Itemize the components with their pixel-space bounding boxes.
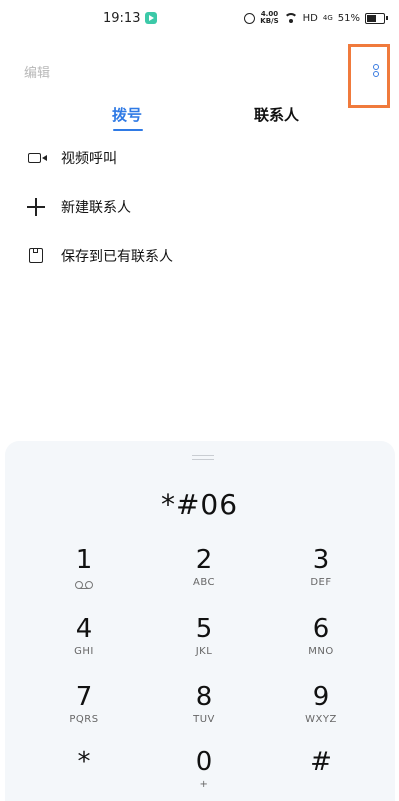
- alarm-icon: [244, 12, 256, 24]
- plus-icon: [26, 197, 46, 217]
- tab-active-indicator: [113, 129, 143, 131]
- dial-key-letters: +: [199, 779, 209, 790]
- tab-contacts[interactable]: 联系人: [254, 104, 299, 125]
- dialed-number: *#06: [160, 488, 239, 521]
- dial-key-digit: 7: [75, 682, 93, 712]
- more-vertical-icon-dot[interactable]: [373, 71, 379, 77]
- dial-key-3[interactable]: 3 DEF: [281, 546, 361, 589]
- dial-key-letters: PQRS: [69, 714, 99, 725]
- dial-key-digit: 6: [312, 614, 330, 644]
- dial-key-digit: *: [77, 747, 91, 777]
- dial-key-digit: 4: [75, 614, 93, 644]
- dial-key-digit: 5: [195, 614, 213, 644]
- dial-key-digit: 9: [312, 682, 330, 712]
- dial-key-7[interactable]: 7 PQRS: [44, 683, 124, 726]
- more-menu-highlight[interactable]: [348, 44, 390, 108]
- hd-indicator: HD: [302, 12, 318, 24]
- dial-key-digit: 1: [75, 545, 93, 575]
- dial-key-5[interactable]: 5 JKL: [164, 615, 244, 658]
- dial-key-letters: GHI: [74, 646, 94, 657]
- battery-icon: [365, 12, 388, 24]
- tab-dial[interactable]: 拨号: [112, 104, 142, 125]
- video-call-icon: [26, 148, 47, 168]
- dial-key-digit: 2: [195, 545, 213, 575]
- dial-key-letters: MNO: [308, 646, 334, 657]
- dial-key-9[interactable]: 9 WXYZ: [281, 683, 361, 726]
- dial-key-star[interactable]: *: [44, 748, 124, 778]
- voicemail-icon: [75, 581, 93, 589]
- new-contact-label: 新建联系人: [61, 200, 131, 216]
- dial-key-digit: 3: [312, 545, 330, 575]
- video-call-label: 视频呼叫: [61, 151, 117, 167]
- dial-key-6[interactable]: 6 MNO: [281, 615, 361, 658]
- dial-key-letters: TUV: [193, 714, 215, 725]
- dial-key-letters: ABC: [192, 577, 215, 588]
- status-bar: 19:13 4.00 KB/S HD 4G 51%: [0, 0, 399, 36]
- dial-key-4[interactable]: 4 GHI: [44, 615, 124, 658]
- dial-key-0[interactable]: 0 +: [164, 748, 244, 791]
- dial-key-letters: DEF: [310, 577, 332, 588]
- battery-percent: 51%: [337, 12, 360, 24]
- dial-key-letters: JKL: [195, 646, 213, 657]
- dial-key-2[interactable]: 2 ABC: [164, 546, 244, 589]
- video-call-option[interactable]: 视频呼叫: [26, 145, 376, 171]
- save-to-existing-label: 保存到已有联系人: [61, 249, 173, 265]
- wifi-icon: [283, 13, 298, 23]
- drag-handle[interactable]: [192, 455, 214, 460]
- network-type: 4G: [322, 14, 333, 22]
- dial-key-digit: #: [310, 747, 332, 777]
- more-vertical-icon[interactable]: [373, 64, 379, 70]
- network-speed: 4.00 KB/S: [260, 11, 278, 25]
- dial-key-8[interactable]: 8 TUV: [164, 683, 244, 726]
- dial-key-1[interactable]: 1: [44, 546, 124, 593]
- dial-key-digit: 0: [195, 747, 213, 777]
- dial-key-digit: 8: [195, 682, 213, 712]
- status-icons: 4.00 KB/S HD 4G 51%: [244, 10, 388, 26]
- app-notification-icon: [145, 12, 157, 24]
- edit-button[interactable]: 编辑: [24, 62, 50, 81]
- new-contact-option[interactable]: 新建联系人: [26, 194, 376, 220]
- dial-key-hash[interactable]: #: [281, 748, 361, 778]
- dial-key-letters: WXYZ: [305, 714, 337, 725]
- status-time: 19:13: [103, 11, 141, 26]
- save-icon: [26, 246, 46, 266]
- save-to-existing-option[interactable]: 保存到已有联系人: [26, 243, 376, 269]
- battery-level: [367, 14, 377, 22]
- network-speed-unit: KB/S: [260, 17, 279, 25]
